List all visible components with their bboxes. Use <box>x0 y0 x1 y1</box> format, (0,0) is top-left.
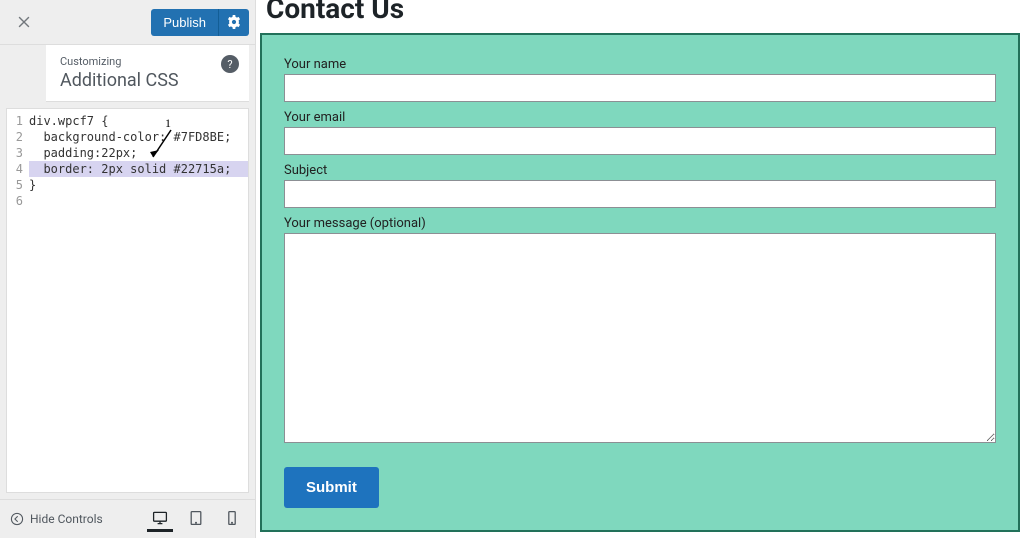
panel-title: Additional CSS <box>60 70 235 91</box>
line-number: 1 <box>7 113 29 129</box>
line-number: 5 <box>7 177 29 193</box>
code-text: padding:22px; <box>29 145 248 161</box>
subject-field-row: Subject <box>284 163 996 208</box>
subject-label: Subject <box>284 163 996 178</box>
close-icon <box>17 15 31 29</box>
tablet-icon <box>188 510 204 526</box>
message-field-row: Your message (optional) <box>284 216 996 447</box>
contact-form: Your name Your email Subject Your messag… <box>260 33 1020 532</box>
hide-controls-button[interactable]: Hide Controls <box>10 512 103 526</box>
device-desktop-button[interactable] <box>147 506 173 532</box>
subject-input[interactable] <box>284 180 996 208</box>
code-line[interactable]: 2 background-color: #7FD8BE; <box>7 129 248 145</box>
customizer-panel: Publish ? Customizing Additional CSS 1di… <box>0 0 256 538</box>
name-label: Your name <box>284 57 996 72</box>
line-number: 2 <box>7 129 29 145</box>
code-text: } <box>29 177 248 193</box>
code-line[interactable]: 1div.wpcf7 { <box>7 113 248 129</box>
customizer-topbar: Publish <box>0 0 255 45</box>
publish-group: Publish <box>151 9 249 36</box>
email-field-row: Your email <box>284 110 996 155</box>
publish-settings-button[interactable] <box>218 9 249 36</box>
help-button[interactable]: ? <box>221 55 239 73</box>
collapse-icon <box>10 512 24 526</box>
close-customizer-button[interactable] <box>6 4 42 40</box>
publish-button[interactable]: Publish <box>151 9 218 36</box>
name-field-row: Your name <box>284 57 996 102</box>
line-number: 4 <box>7 161 29 177</box>
email-label: Your email <box>284 110 996 125</box>
code-text: border: 2px solid #22715a; <box>29 161 248 177</box>
code-text: background-color: #7FD8BE; <box>29 129 248 145</box>
code-line[interactable]: 4 border: 2px solid #22715a; <box>7 161 248 177</box>
code-line[interactable]: 6 <box>7 193 248 209</box>
desktop-icon <box>152 510 168 526</box>
css-code-editor[interactable]: 1div.wpcf7 {2 background-color: #7FD8BE;… <box>6 108 249 493</box>
name-input[interactable] <box>284 74 996 102</box>
panel-header: ? Customizing Additional CSS <box>46 45 249 102</box>
device-tablet-button[interactable] <box>183 506 209 532</box>
message-textarea[interactable] <box>284 233 996 443</box>
submit-button[interactable]: Submit <box>284 467 379 508</box>
line-number: 6 <box>7 193 29 209</box>
line-number: 3 <box>7 145 29 161</box>
code-text: div.wpcf7 { <box>29 113 248 129</box>
email-input[interactable] <box>284 127 996 155</box>
customizing-label: Customizing <box>60 55 235 68</box>
code-text <box>29 193 248 209</box>
hide-controls-label: Hide Controls <box>30 512 103 526</box>
code-line[interactable]: 5} <box>7 177 248 193</box>
device-mobile-button[interactable] <box>219 506 245 532</box>
code-line[interactable]: 3 padding:22px; <box>7 145 248 161</box>
customizer-bottombar: Hide Controls <box>0 499 255 538</box>
gear-icon <box>227 15 241 29</box>
page-title: Contact Us <box>260 0 1020 33</box>
device-preview-toggle <box>147 506 245 532</box>
preview-pane: Contact Us Your name Your email Subject … <box>256 0 1024 538</box>
mobile-icon <box>224 510 240 526</box>
message-label: Your message (optional) <box>284 216 996 231</box>
